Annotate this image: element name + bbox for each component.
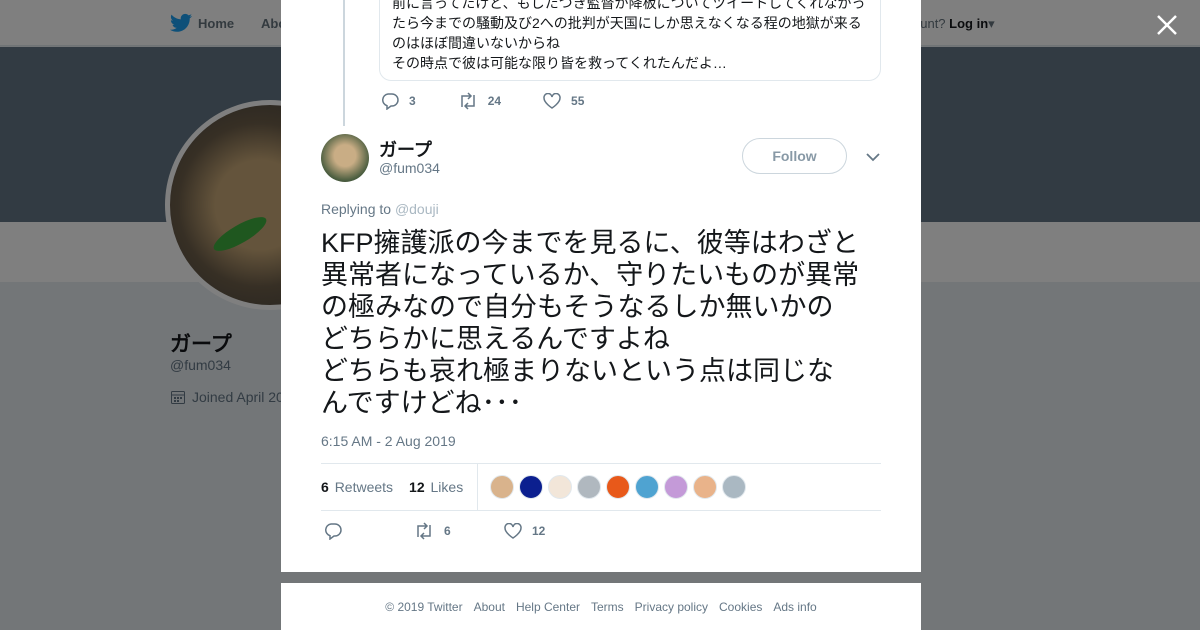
previous-tweet-line: のはほぼ間違いないからね — [392, 35, 560, 51]
author-name[interactable]: ガープ — [379, 136, 432, 162]
liker-avatar[interactable] — [635, 475, 660, 499]
previous-tweet-line: 前に言ってたけど、もしたつき監督が降板についてツイートしてくれなかっ — [392, 0, 866, 11]
reply-icon — [324, 523, 342, 540]
retweet-icon — [417, 522, 431, 540]
tweet-timestamp[interactable]: 6:15 AM - 2 Aug 2019 — [321, 433, 456, 449]
liker-avatars — [490, 475, 747, 499]
footer-link[interactable]: Cookies — [719, 600, 762, 630]
reply-icon — [381, 93, 399, 110]
liker-avatar[interactable] — [548, 475, 573, 499]
author-avatar[interactable] — [321, 134, 369, 182]
previous-retweet-count: 24 — [487, 94, 502, 108]
follow-button[interactable]: Follow — [742, 138, 847, 174]
retweet-button[interactable]: 6 — [414, 522, 504, 540]
like-icon — [543, 93, 561, 109]
chevron-down-icon[interactable] — [865, 150, 881, 164]
like-button[interactable]: 12 — [504, 522, 594, 540]
reply-button[interactable] — [324, 522, 414, 540]
replying-handle-link[interactable]: @douji — [395, 201, 439, 217]
previous-tweet-line: たら今までの騒動及び2への批判が天国にしか思えなくなる程の地獄が来る — [392, 15, 862, 31]
stats-divider — [477, 464, 479, 510]
liker-avatar[interactable] — [577, 475, 602, 499]
footer-link[interactable]: About — [474, 600, 505, 630]
previous-reply-button[interactable]: 3 — [381, 92, 416, 110]
previous-like-count: 55 — [571, 94, 585, 108]
replying-to: Replying to @douji — [321, 201, 439, 217]
likes-label: Likes — [430, 479, 464, 495]
footer-link[interactable]: Terms — [591, 600, 624, 630]
like-icon — [504, 523, 522, 539]
previous-tweet-line: その時点で彼は可能な限り皆を救ってくれたんだよ… — [392, 55, 727, 71]
footer-link[interactable]: Ads info — [773, 600, 816, 630]
author-handle[interactable]: @fum034 — [379, 160, 440, 176]
tweet-stats: 6 Retweets 12 Likes — [321, 463, 881, 511]
thread-line — [343, 0, 345, 126]
liker-avatar[interactable] — [606, 475, 631, 499]
tweet-actions: 6 12 — [324, 522, 594, 540]
liker-avatar[interactable] — [693, 475, 718, 499]
previous-retweet-button[interactable]: 24 — [458, 92, 501, 110]
footer-link[interactable]: Privacy policy — [635, 600, 708, 630]
liker-avatar[interactable] — [722, 475, 747, 499]
footer-link: © 2019 Twitter — [385, 600, 463, 614]
previous-tweet-actions: 3 24 55 — [381, 92, 584, 110]
footer-link[interactable]: Help Center — [516, 600, 580, 630]
retweet-icon — [460, 92, 475, 110]
likes-stat[interactable]: 12 Likes — [409, 479, 463, 495]
close-icon[interactable] — [1154, 12, 1180, 38]
like-count: 12 — [532, 524, 546, 538]
tweet-text: KFP擁護派の今までを見るに、彼等はわざと 異常者になっているか、守りたいものが… — [321, 228, 860, 418]
retweets-count: 6 — [321, 479, 329, 495]
retweets-label: Retweets — [334, 479, 394, 495]
footer-links: © 2019 Twitter About Help Center Terms Priva… — [281, 583, 921, 630]
liker-avatar[interactable] — [490, 475, 515, 499]
retweets-stat[interactable]: 6 Retweets — [321, 479, 393, 495]
replying-label: Replying to — [321, 201, 392, 217]
retweet-count: 6 — [444, 524, 451, 538]
tweet-modal: 前に言ってたけど、もしたつき監督が降板についてツイートしてくれなかっ たら今まで… — [281, 0, 921, 572]
previous-reply-count: 3 — [409, 94, 416, 108]
likes-count: 12 — [409, 479, 425, 495]
previous-like-button[interactable]: 55 — [543, 92, 584, 110]
quoted-previous-tweet[interactable]: 前に言ってたけど、もしたつき監督が降板についてツイートしてくれなかっ たら今まで… — [379, 0, 881, 81]
liker-avatar[interactable] — [664, 475, 689, 499]
liker-avatar[interactable] — [519, 475, 544, 499]
